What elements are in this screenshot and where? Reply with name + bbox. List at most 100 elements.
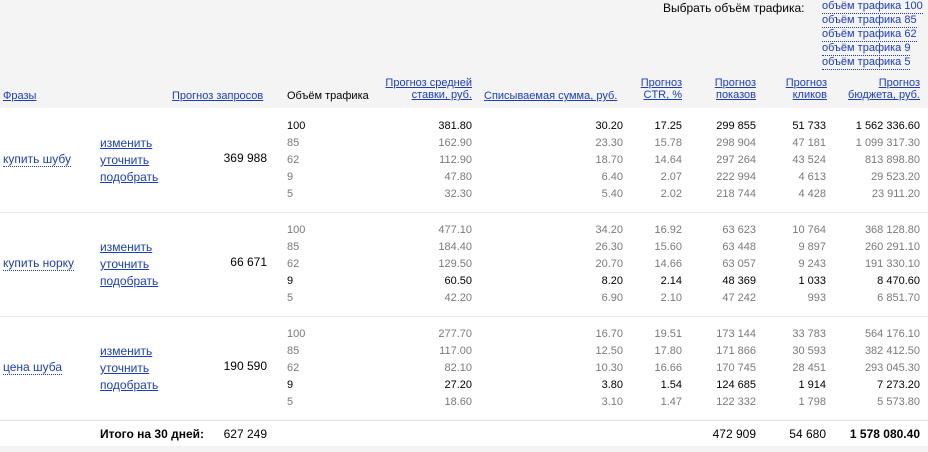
forecast-row: 5 18.60 3.10 1.47 122 332 1 798 5 573.80	[0, 394, 928, 411]
forecast-row: 100 381.80 30.20 17.25 299 855 51 733 1 562 33…	[0, 118, 928, 135]
forecast-row: 5 42.20 6.90 2.10 47 242 993 6 851.70	[0, 290, 928, 307]
clicks-cell: 1 914	[798, 379, 826, 391]
traffic-option-62[interactable]: объём трафика 62	[822, 28, 917, 42]
budget-cell: 29 523.20	[871, 171, 920, 183]
impr-cell: 170 745	[716, 362, 756, 374]
traffic-select-label: Выбрать объём трафика:	[663, 1, 805, 15]
budget-cell: 564 176.10	[864, 328, 920, 340]
traffic-volume-cell: 9	[287, 275, 294, 287]
traffic-volume-cell: 5	[287, 188, 294, 200]
col-budget-line1[interactable]: Прогноз	[879, 77, 920, 89]
clicks-cell: 43 524	[792, 154, 826, 166]
impr-cell: 218 744	[716, 188, 756, 200]
impr-cell: 173 144	[716, 328, 756, 340]
traffic-options: объём трафика 100 объём трафика 85 объём…	[822, 0, 923, 70]
bid-cell: 18.60	[444, 396, 472, 408]
traffic-option-100[interactable]: объём трафика 100	[822, 0, 923, 14]
forecast-row: 85 117.00 12.50 17.80 171 866 30 593 382 412.5…	[0, 343, 928, 360]
traffic-select: Выбрать объём трафика: объём трафика 100…	[0, 0, 928, 70]
forecast-row: 9 47.80 6.40 2.07 222 994 4 613 29 523.20	[0, 169, 928, 186]
charge-cell: 3.10	[601, 396, 623, 408]
clicks-cell: 9 897	[798, 241, 826, 253]
impr-cell: 63 057	[722, 258, 756, 270]
col-volume: Объём трафика	[287, 90, 369, 102]
forecast-row: 62 129.50 20.70 14.66 63 057 9 243 191 330.10	[0, 256, 928, 273]
col-budget[interactable]: Прогноз бюджета, руб.	[830, 77, 920, 101]
clicks-cell: 1 798	[798, 396, 826, 408]
budget-cell: 191 330.10	[864, 258, 920, 270]
col-clicks-line2[interactable]: кликов	[793, 89, 827, 101]
budget-cell: 368 128.80	[864, 224, 920, 236]
charge-cell: 34.20	[595, 224, 623, 236]
col-requests[interactable]: Прогноз запросов	[172, 90, 263, 102]
col-budget-line2[interactable]: бюджета, руб.	[848, 89, 920, 101]
table-header: Фразы Прогноз запросов Объём трафика Про…	[0, 70, 928, 108]
totals-label: Итого на 30 дней:	[100, 427, 205, 441]
budget-cell: 6 851.70	[877, 292, 920, 304]
col-charged[interactable]: Списываемая сумма, руб.	[484, 90, 617, 102]
col-clicks[interactable]: Прогноз кликов	[770, 77, 827, 101]
charge-cell: 5.40	[601, 188, 623, 200]
totals-row: Итого на 30 дней: 627 249 472 909 54 680…	[0, 420, 928, 446]
impr-cell: 297 264	[716, 154, 756, 166]
budget-cell: 1 562 336.60	[855, 120, 920, 132]
traffic-option-9[interactable]: объём трафика 9	[822, 42, 911, 56]
impr-cell: 222 994	[716, 171, 756, 183]
traffic-volume-cell: 62	[287, 258, 300, 270]
col-bid[interactable]: Прогноз средней ставки, руб.	[370, 77, 472, 101]
ctr-cell: 1.47	[660, 396, 682, 408]
charge-cell: 16.70	[595, 328, 623, 340]
bid-cell: 117.00	[439, 345, 472, 357]
budget-cell: 813 898.80	[864, 154, 920, 166]
forecast-row: 85 162.90 23.30 15.78 298 904 47 181 1 099 317…	[0, 135, 928, 152]
phrase-block: купить шубу изменить уточнить подобрать 369 …	[0, 108, 928, 213]
forecast-row: 62 112.90 18.70 14.64 297 264 43 524 813 898.8…	[0, 152, 928, 169]
traffic-option-5[interactable]: объём трафика 5	[822, 56, 911, 70]
traffic-volume-cell: 9	[287, 171, 294, 183]
bid-cell: 42.20	[444, 292, 472, 304]
traffic-volume-cell: 85	[287, 241, 300, 253]
totals-impressions: 472 909	[712, 427, 756, 441]
col-clicks-line1[interactable]: Прогноз	[786, 77, 827, 89]
traffic-volume-cell: 9	[287, 379, 294, 391]
impr-cell: 63 623	[722, 224, 756, 236]
traffic-volume-cell: 100	[287, 224, 306, 236]
clicks-cell: 993	[807, 292, 826, 304]
col-bid-line1[interactable]: Прогноз средней	[385, 77, 472, 89]
col-phrases[interactable]: Фразы	[3, 90, 36, 102]
impr-cell: 47 242	[722, 292, 756, 304]
bid-cell: 381.80	[438, 120, 472, 132]
col-bid-line2[interactable]: ставки, руб.	[412, 89, 472, 101]
clicks-cell: 4 428	[798, 188, 826, 200]
charge-cell: 18.70	[595, 154, 623, 166]
bid-cell: 477.10	[438, 224, 472, 236]
clicks-cell: 33 783	[792, 328, 826, 340]
traffic-volume-cell: 62	[287, 154, 300, 166]
traffic-option-85[interactable]: объём трафика 85	[822, 14, 917, 28]
col-ctr-line1[interactable]: Прогноз	[641, 77, 682, 89]
col-impressions-line1[interactable]: Прогноз	[715, 77, 756, 89]
charge-cell: 23.30	[595, 137, 623, 149]
forecast-row: 85 184.40 26.30 15.60 63 448 9 897 260 291.10	[0, 239, 928, 256]
clicks-cell: 28 451	[792, 362, 826, 374]
ctr-cell: 17.80	[654, 345, 682, 357]
bid-cell: 32.30	[444, 188, 472, 200]
impr-cell: 63 448	[722, 241, 756, 253]
clicks-cell: 10 764	[792, 224, 826, 236]
impr-cell: 124 685	[716, 379, 756, 391]
col-ctr[interactable]: Прогноз CTR, %	[630, 77, 682, 101]
traffic-volume-cell: 85	[287, 137, 300, 149]
ctr-cell: 19.51	[654, 328, 682, 340]
col-ctr-line2[interactable]: CTR, %	[644, 89, 683, 101]
impr-cell: 48 369	[722, 275, 756, 287]
clicks-cell: 9 243	[798, 258, 826, 270]
budget-cell: 23 911.20	[871, 188, 920, 200]
col-impressions[interactable]: Прогноз показов	[700, 77, 756, 101]
clicks-cell: 30 593	[792, 345, 826, 357]
charge-cell: 10.30	[595, 362, 623, 374]
col-impressions-line2[interactable]: показов	[716, 89, 756, 101]
traffic-volume-cell: 100	[287, 120, 306, 132]
bid-cell: 162.90	[438, 137, 472, 149]
forecast-row: 62 82.10 10.30 16.66 170 745 28 451 293 045.30	[0, 360, 928, 377]
traffic-volume-cell: 100	[287, 328, 306, 340]
